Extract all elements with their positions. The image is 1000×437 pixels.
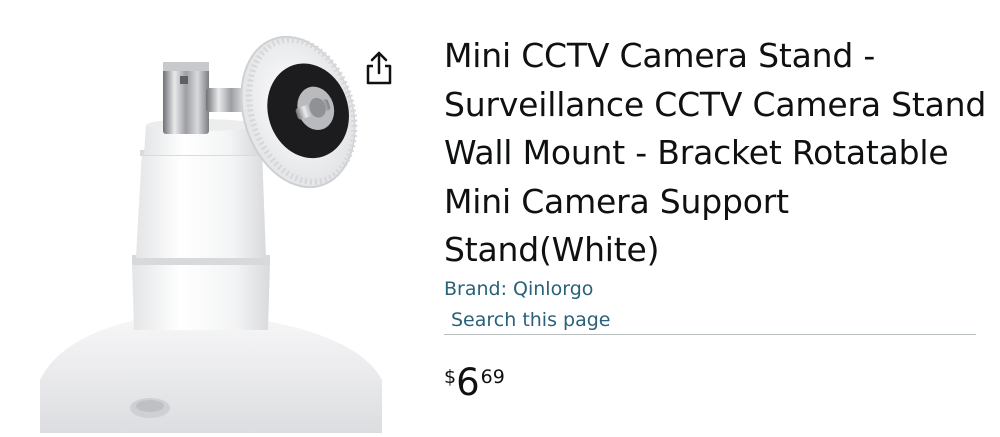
price-currency-symbol: $	[444, 366, 457, 388]
share-icon	[366, 51, 392, 85]
brand-link[interactable]: Brand: Qinlorgo	[444, 277, 593, 301]
price-whole: 6	[456, 361, 480, 404]
search-this-page-link[interactable]: Search this page	[451, 308, 610, 332]
price-fraction: 69	[480, 366, 505, 388]
price: $669	[444, 362, 505, 406]
product-title: Mini CCTV Camera Stand - Surveillance CC…	[444, 36, 987, 269]
divider	[444, 334, 976, 335]
share-button[interactable]	[362, 50, 396, 88]
